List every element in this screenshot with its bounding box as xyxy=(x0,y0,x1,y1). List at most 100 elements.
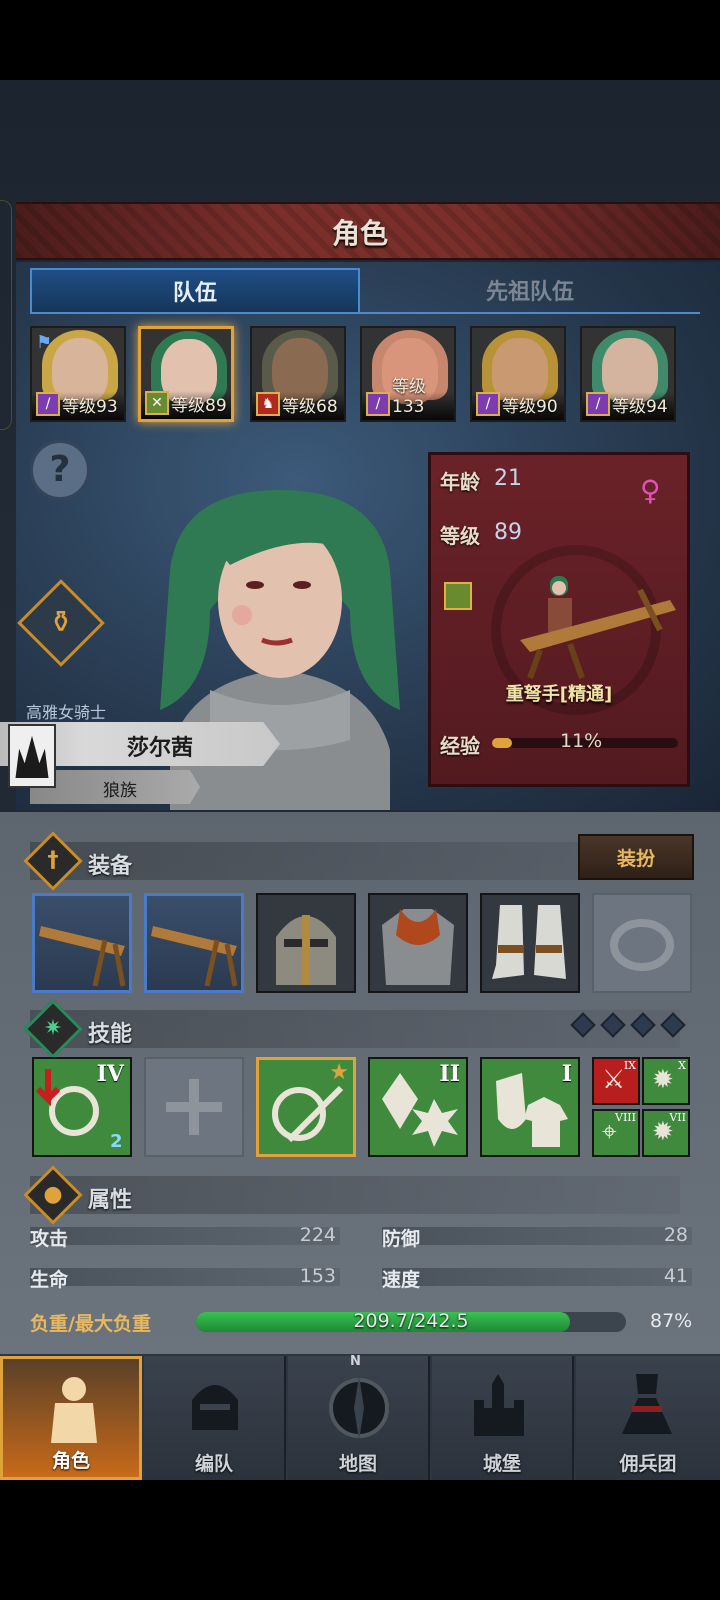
skills-title: 技能 xyxy=(88,1022,133,1047)
mage-class-icon: / xyxy=(366,392,390,416)
female-icon: ♀ xyxy=(640,474,661,507)
nav-label: 编队 xyxy=(194,1453,233,1475)
defense-value: 28 xyxy=(663,1224,688,1246)
status-bar-area xyxy=(0,0,720,80)
sword-icon: † xyxy=(47,848,59,873)
potion-icon: ⚱ xyxy=(48,605,74,640)
nav-map[interactable]: N 地图 xyxy=(288,1354,430,1480)
tab-team[interactable]: 队伍 xyxy=(30,268,360,314)
exp-label: 经验 xyxy=(440,734,480,758)
party-member-1[interactable]: ⚑ / 等级93 xyxy=(30,326,126,422)
skill-slot-4[interactable]: II xyxy=(368,1057,468,1157)
defense-label: 防御 xyxy=(382,1228,421,1250)
page-title: 角色 xyxy=(331,217,388,250)
party-member-3[interactable]: ♞ 等级68 xyxy=(250,326,346,422)
skill-slot-5[interactable]: I xyxy=(480,1057,580,1157)
star-burst-icon: ✷ xyxy=(43,1016,63,1041)
level-label: 等级89 xyxy=(171,396,227,416)
level-label: 等级133 xyxy=(392,377,426,417)
sword-icon: ⚔ xyxy=(602,1065,626,1095)
passive-skill-3[interactable]: ⌖ VIII xyxy=(592,1109,640,1157)
ring-slot[interactable] xyxy=(592,893,692,993)
level-label: 等级68 xyxy=(282,397,338,417)
passive-skill-4[interactable]: ✹ VII xyxy=(642,1109,690,1157)
tab-ancestor-team[interactable]: 先祖队伍 xyxy=(360,268,700,314)
mage-class-icon: / xyxy=(586,392,610,416)
equipment-title: 装备 xyxy=(88,854,133,879)
party-member-6[interactable]: / 等级94 xyxy=(580,326,676,422)
boots-icon xyxy=(492,905,566,979)
help-button[interactable]: ? xyxy=(30,440,90,500)
weapon-slot-1[interactable] xyxy=(32,893,132,993)
passive-skill-2[interactable]: ✹ X xyxy=(642,1057,690,1105)
system-nav-area xyxy=(0,1480,720,1600)
crossbow-icon xyxy=(151,926,238,987)
nav-mercenary[interactable]: 佣兵团 xyxy=(576,1356,720,1480)
party-member-2[interactable]: ✕ 等级89 xyxy=(138,326,234,422)
skill-rank: X xyxy=(678,1059,686,1072)
character-name: 莎尔茜 xyxy=(126,736,193,761)
faction-banner-icon xyxy=(8,724,56,788)
crossbow-class-icon: ✕ xyxy=(145,391,169,415)
blush xyxy=(232,605,252,625)
passive-skill-1[interactable]: ⚔ IX xyxy=(592,1057,640,1105)
leader-flag-icon: ⚑ xyxy=(36,332,53,353)
castle-icon xyxy=(474,1374,524,1436)
helmet-icon xyxy=(276,915,336,985)
helmet-slot[interactable] xyxy=(256,893,356,993)
skill-badge: 2 xyxy=(110,1131,123,1152)
level-label: 等级94 xyxy=(612,397,668,417)
skill-slot-empty[interactable] xyxy=(144,1057,244,1157)
level-label: 等级93 xyxy=(62,397,118,417)
load-label: 负重/最大负重 xyxy=(30,1313,151,1335)
burst-icon: ✹ xyxy=(652,1065,674,1095)
ring-icon xyxy=(610,919,674,971)
cavalry-class-icon: ♞ xyxy=(256,392,280,416)
load-percent: 87% xyxy=(650,1310,693,1332)
chest-armor-icon xyxy=(382,909,454,985)
attributes-title: 属性 xyxy=(88,1188,133,1213)
level-label: 等级90 xyxy=(502,397,558,417)
cross-icon xyxy=(166,1079,222,1135)
compass-icon xyxy=(329,1376,389,1440)
nav-castle[interactable]: 城堡 xyxy=(432,1356,574,1480)
mage-class-icon: / xyxy=(36,392,60,416)
hp-label: 生命 xyxy=(30,1269,69,1291)
weapon-slot-2[interactable] xyxy=(144,893,244,993)
level-label: 等级 xyxy=(440,524,480,548)
speed-label: 速度 xyxy=(382,1269,421,1291)
skill-slot-3[interactable]: ★ xyxy=(256,1057,356,1157)
age-value: 21 xyxy=(494,466,522,491)
nav-formation[interactable]: 编队 xyxy=(144,1356,286,1480)
nav-label: 角色 xyxy=(51,1450,90,1472)
right-eye xyxy=(293,581,311,589)
level-value: 89 xyxy=(494,520,522,545)
boots-slot[interactable] xyxy=(480,893,580,993)
formation-helmet-icon xyxy=(192,1385,238,1430)
dress-up-button[interactable]: 装扮 xyxy=(578,834,694,880)
skill-rank: IV xyxy=(96,1061,124,1087)
speed-value: 41 xyxy=(663,1265,688,1287)
party-member-4[interactable]: / 等级133 xyxy=(360,326,456,422)
character-title: 高雅女骑士 xyxy=(26,703,107,722)
skill-rank: VII xyxy=(669,1111,686,1124)
attack-label: 攻击 xyxy=(30,1228,69,1250)
nav-label: 城堡 xyxy=(482,1453,521,1475)
compass-north: N xyxy=(350,1354,361,1369)
left-eye xyxy=(246,581,264,589)
mage-class-icon: / xyxy=(476,392,500,416)
character-race: 狼族 xyxy=(103,781,137,801)
skill-slot-1[interactable]: IV 2 xyxy=(32,1057,132,1157)
skill-rank: II xyxy=(439,1061,460,1087)
mercenary-icon xyxy=(622,1374,672,1434)
heavy-crossbow-unit-icon xyxy=(520,576,676,680)
load-value: 209.7/242.5 xyxy=(353,1310,469,1332)
knight-icon xyxy=(51,1377,97,1443)
armor-slot[interactable] xyxy=(368,893,468,993)
nav-character[interactable]: 角色 xyxy=(0,1356,142,1480)
nav-label: 佣兵团 xyxy=(619,1453,677,1475)
skill-rank: VIII xyxy=(615,1111,636,1124)
exp-fill xyxy=(492,738,513,748)
skill-rank: IX xyxy=(623,1059,636,1072)
party-member-5[interactable]: / 等级90 xyxy=(470,326,566,422)
